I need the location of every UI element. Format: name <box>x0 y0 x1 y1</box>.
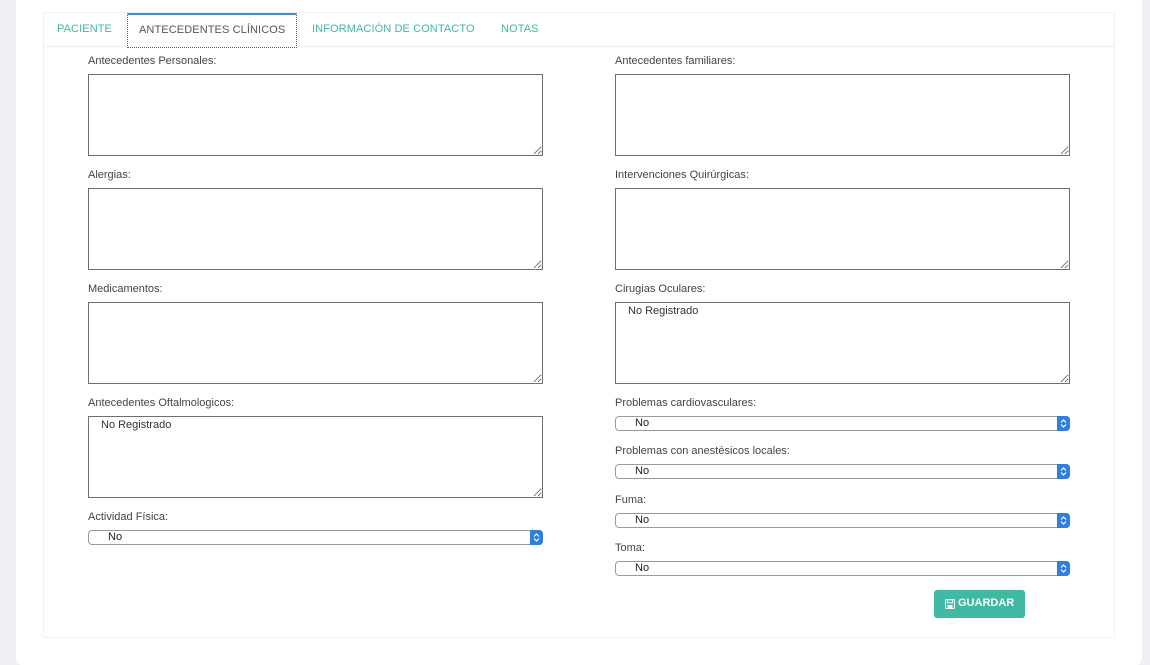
tab-antecedentes-clinicos[interactable]: ANTECEDENTES CLÍNICOS <box>127 13 298 48</box>
problemas-cardiovasculares-label: Problemas cardiovasculares: <box>615 397 757 409</box>
fuma-value: No <box>635 514 650 526</box>
alergias-textarea[interactable] <box>88 188 543 270</box>
toma-value: No <box>635 562 650 574</box>
problemas-cardiovasculares-value: No <box>635 417 650 429</box>
fuma-label: Fuma: <box>615 494 647 506</box>
actividad-fisica-label: Actividad Física: <box>88 511 169 523</box>
floppy-disk-icon <box>944 598 956 612</box>
select-updown-icon <box>530 530 543 545</box>
antecedentes-personales-textarea[interactable] <box>88 74 543 156</box>
select-updown-icon <box>1057 561 1070 576</box>
problemas-anestesicos-label: Problemas con anestésicos locales: <box>615 445 790 457</box>
cirugias-oculares-label: Cirugias Oculares: <box>615 283 706 295</box>
antecedentes-familiares-label: Antecedentes familiares: <box>615 55 736 67</box>
tab-notas[interactable]: NOTAS <box>501 13 539 47</box>
problemas-anestesicos-select[interactable]: No <box>615 464 1070 479</box>
tab-paciente[interactable]: PACIENTE <box>57 13 112 47</box>
antecedentes-oftalmologicos-textarea[interactable]: No Registrado <box>88 416 543 498</box>
tab-informacion-contacto[interactable]: INFORMACIÓN DE CONTACTO <box>312 13 475 47</box>
antecedentes-oftalmologicos-label: Antecedentes Oftalmologicos: <box>88 397 235 409</box>
medicamentos-label: Medicamentos: <box>88 283 163 295</box>
toma-select[interactable]: No <box>615 561 1070 576</box>
cirugias-oculares-textarea[interactable]: No Registrado <box>615 302 1070 384</box>
fuma-select[interactable]: No <box>615 513 1070 528</box>
actividad-fisica-value: No <box>108 531 123 543</box>
antecedentes-familiares-textarea[interactable] <box>615 74 1070 156</box>
toma-label: Toma: <box>615 542 645 554</box>
guardar-button[interactable]: GUARDAR <box>934 590 1025 618</box>
actividad-fisica-select[interactable]: No <box>88 530 543 545</box>
alergias-label: Alergias: <box>88 169 131 181</box>
select-updown-icon <box>1057 416 1070 431</box>
intervenciones-quirurgicas-textarea[interactable] <box>615 188 1070 270</box>
select-updown-icon <box>1057 464 1070 479</box>
tab-bar: PACIENTE ANTECEDENTES CLÍNICOS INFORMACI… <box>44 13 1114 48</box>
select-updown-icon <box>1057 513 1070 528</box>
medicamentos-textarea[interactable] <box>88 302 543 384</box>
problemas-anestesicos-value: No <box>635 465 650 477</box>
problemas-cardiovasculares-select[interactable]: No <box>615 416 1070 431</box>
antecedentes-personales-label: Antecedentes Personales: <box>88 55 217 67</box>
guardar-label: GUARDAR <box>958 597 1015 609</box>
intervenciones-quirurgicas-label: Intervenciones Quirúrgicas: <box>615 169 749 181</box>
